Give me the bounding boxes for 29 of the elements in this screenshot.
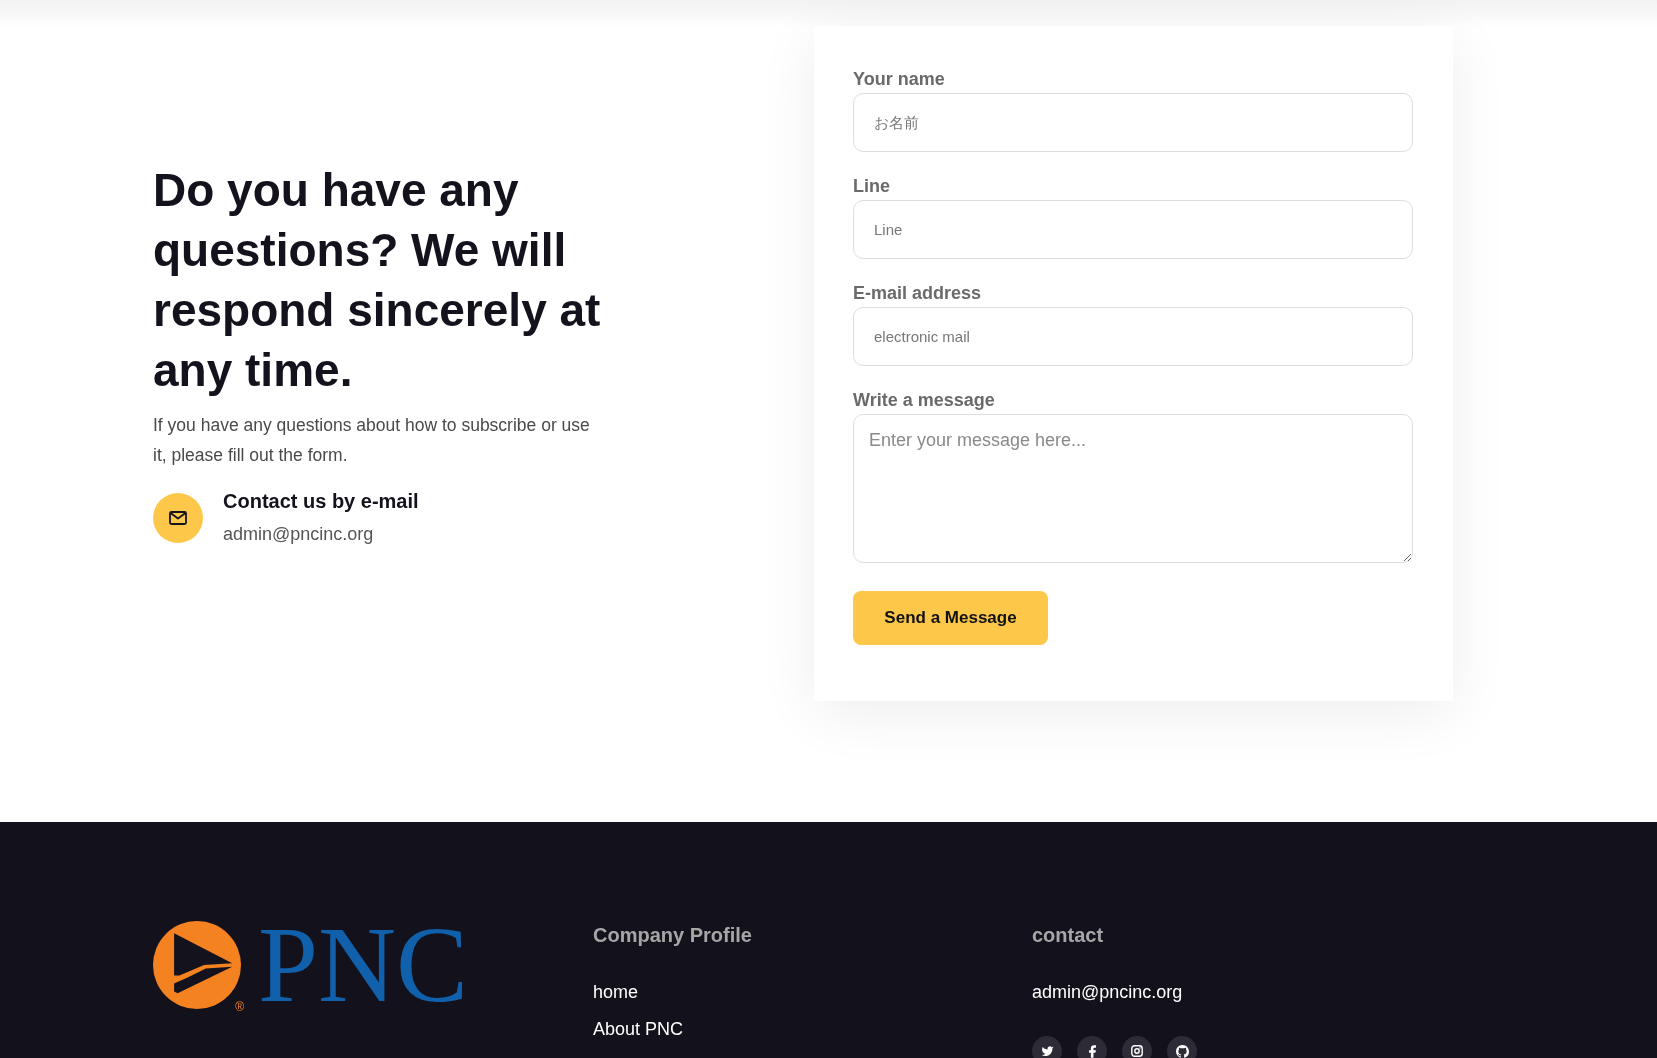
logo-wordmark: PNC bbox=[258, 921, 469, 1009]
social-link[interactable] bbox=[1122, 1036, 1152, 1058]
camera-icon bbox=[1131, 1045, 1143, 1057]
input-field[interactable]: お名前 bbox=[853, 93, 1413, 152]
footer-heading: Company Profile bbox=[593, 923, 752, 948]
intro-text: If you have any questions about how to subscribe or use it, please fill out the form. bbox=[153, 414, 591, 467]
field-label: E-mail address bbox=[853, 282, 983, 305]
social-link[interactable] bbox=[1032, 1036, 1062, 1058]
bird-icon bbox=[1040, 1045, 1054, 1057]
message-field[interactable]: Enter your message here... bbox=[853, 414, 1413, 563]
registered-mark: ® bbox=[235, 1001, 244, 1013]
page-heading: Do you have any questions? We will respond sincerely at any time. bbox=[153, 163, 602, 398]
field-label: Your name bbox=[853, 68, 946, 91]
input-field[interactable]: electronic mail bbox=[853, 307, 1413, 366]
footer-heading: contact bbox=[1032, 923, 1104, 948]
social-link[interactable] bbox=[1167, 1036, 1197, 1058]
field-label: Line bbox=[853, 175, 891, 198]
send-button[interactable]: Send a Message bbox=[853, 591, 1048, 645]
social-link[interactable] bbox=[1077, 1036, 1107, 1058]
footer-link[interactable]: About PNC bbox=[593, 1016, 684, 1042]
envelope-icon bbox=[153, 492, 203, 543]
contact-email: admin@pncinc.org bbox=[223, 523, 375, 546]
field-label: Write a message bbox=[853, 389, 996, 412]
input-field[interactable]: Line bbox=[853, 200, 1413, 259]
footer-link[interactable]: home bbox=[593, 979, 639, 1005]
cat-icon bbox=[1175, 1044, 1189, 1058]
letter-f-icon bbox=[1088, 1044, 1096, 1058]
contact-title: Contact us by e-mail bbox=[223, 489, 419, 513]
footer-link[interactable]: admin@pncinc.org bbox=[1032, 979, 1183, 1005]
